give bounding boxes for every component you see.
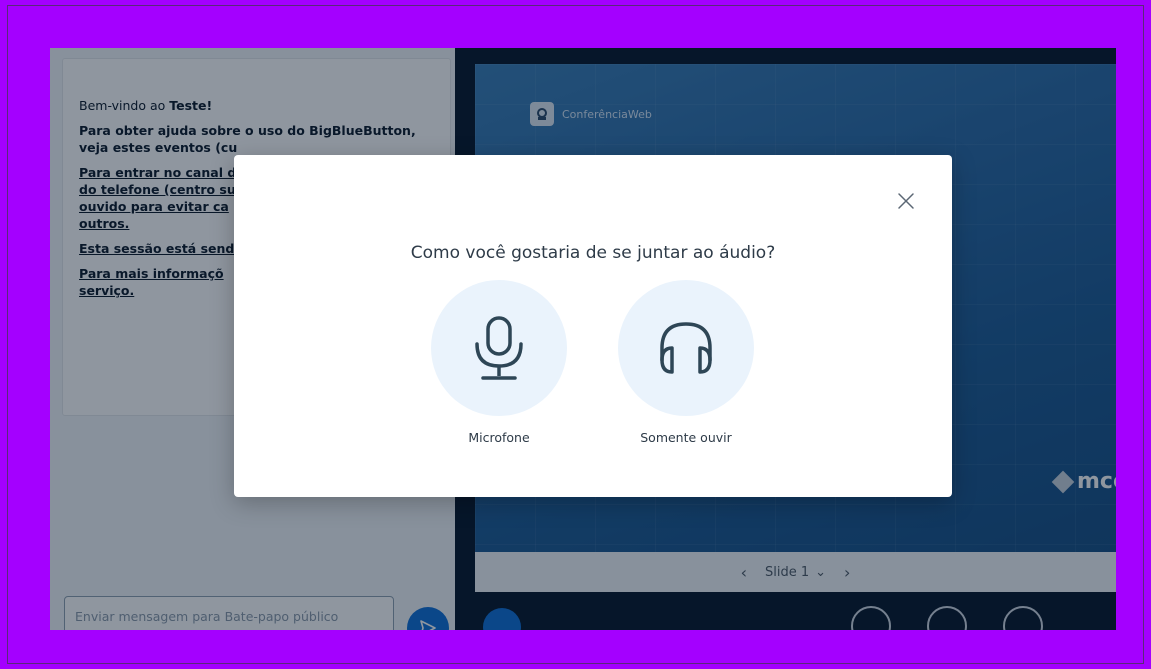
microphone-option-label: Microfone xyxy=(468,430,530,445)
close-icon xyxy=(898,193,914,209)
headphones-icon xyxy=(660,322,712,374)
modal-title: Como você gostaria de se juntar ao áudio… xyxy=(410,243,776,263)
listen-only-option[interactable]: Somente ouvir xyxy=(616,280,756,445)
join-audio-modal: Como você gostaria de se juntar ao áudio… xyxy=(234,155,952,497)
microphone-option-circle[interactable] xyxy=(431,280,567,416)
microphone-icon xyxy=(475,316,523,380)
microphone-option[interactable]: Microfone xyxy=(429,280,569,445)
close-modal-button[interactable] xyxy=(894,189,918,213)
listen-only-option-label: Somente ouvir xyxy=(640,430,732,445)
listen-only-option-circle[interactable] xyxy=(618,280,754,416)
